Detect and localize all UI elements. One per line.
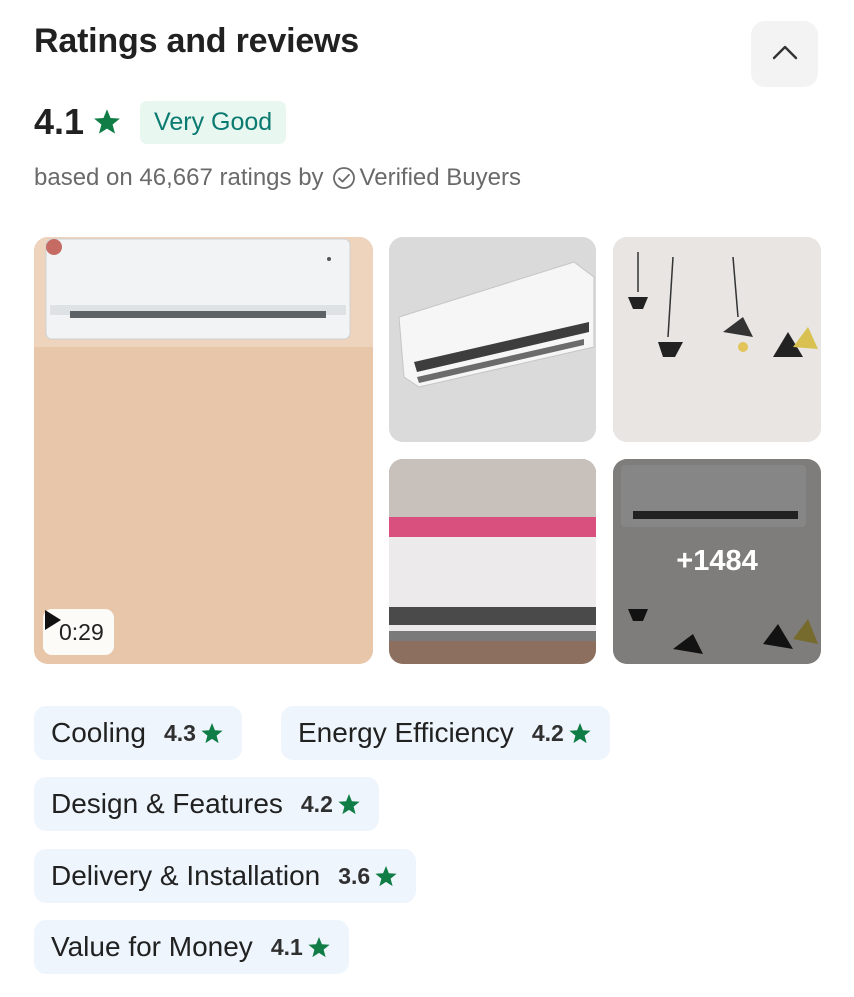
star-icon: [568, 722, 592, 745]
review-photo[interactable]: [613, 237, 821, 442]
attribute-label: Delivery & Installation: [51, 860, 321, 891]
review-video-thumbnail[interactable]: 0:29: [34, 237, 373, 664]
attribute-label: Energy Efficiency: [298, 717, 514, 748]
review-photo[interactable]: [389, 459, 596, 664]
ac-angle-image: [389, 237, 596, 442]
ac-front-image: [389, 459, 596, 664]
wall-sticker-image: [613, 237, 821, 442]
attribute-chip-energy-efficiency[interactable]: Energy Efficiency 4.2: [281, 706, 610, 760]
attribute-score: 4.1: [270, 933, 303, 960]
rating-label-badge: Very Good: [140, 100, 287, 144]
attribute-label: Design & Features: [51, 788, 283, 819]
ratings-count-text: based on 46,667 ratings by: [34, 164, 324, 191]
star-icon: [92, 108, 122, 136]
ac-wall-image: [34, 237, 373, 664]
review-photo[interactable]: [389, 237, 596, 442]
more-photos-count: +1484: [613, 459, 821, 664]
more-photos-tile[interactable]: +1484: [613, 459, 821, 664]
star-icon: [337, 793, 361, 816]
attribute-chip-delivery-installation[interactable]: Delivery & Installation 3.6: [34, 849, 417, 903]
overall-rating: 4.1 Very Good: [34, 100, 287, 144]
page-title: Ratings and reviews: [34, 22, 359, 60]
attribute-score: 4.2: [300, 790, 333, 817]
star-icon: [374, 865, 398, 888]
check-circle-icon: [332, 166, 356, 190]
attribute-label: Cooling: [51, 717, 146, 748]
attribute-chip-design-features[interactable]: Design & Features 4.2: [34, 777, 379, 831]
star-icon: [200, 722, 224, 745]
verified-buyers-text: Verified Buyers: [359, 164, 521, 191]
chevron-up-icon: [772, 44, 798, 65]
star-icon: [307, 936, 331, 959]
collapse-button[interactable]: [751, 21, 818, 87]
attribute-score: 4.3: [163, 719, 196, 746]
attribute-chip-value-for-money[interactable]: Value for Money 4.1: [34, 920, 349, 974]
ratings-count-line: based on 46,667 ratings by Verified Buye…: [34, 164, 521, 192]
video-duration-badge: 0:29: [43, 609, 114, 655]
rating-value: 4.1: [34, 101, 85, 142]
attribute-score: 3.6: [338, 862, 371, 889]
video-duration: 0:29: [59, 618, 104, 645]
attribute-label: Value for Money: [51, 931, 253, 962]
attribute-score: 4.2: [531, 719, 564, 746]
attribute-chip-cooling[interactable]: Cooling 4.3: [34, 706, 242, 760]
